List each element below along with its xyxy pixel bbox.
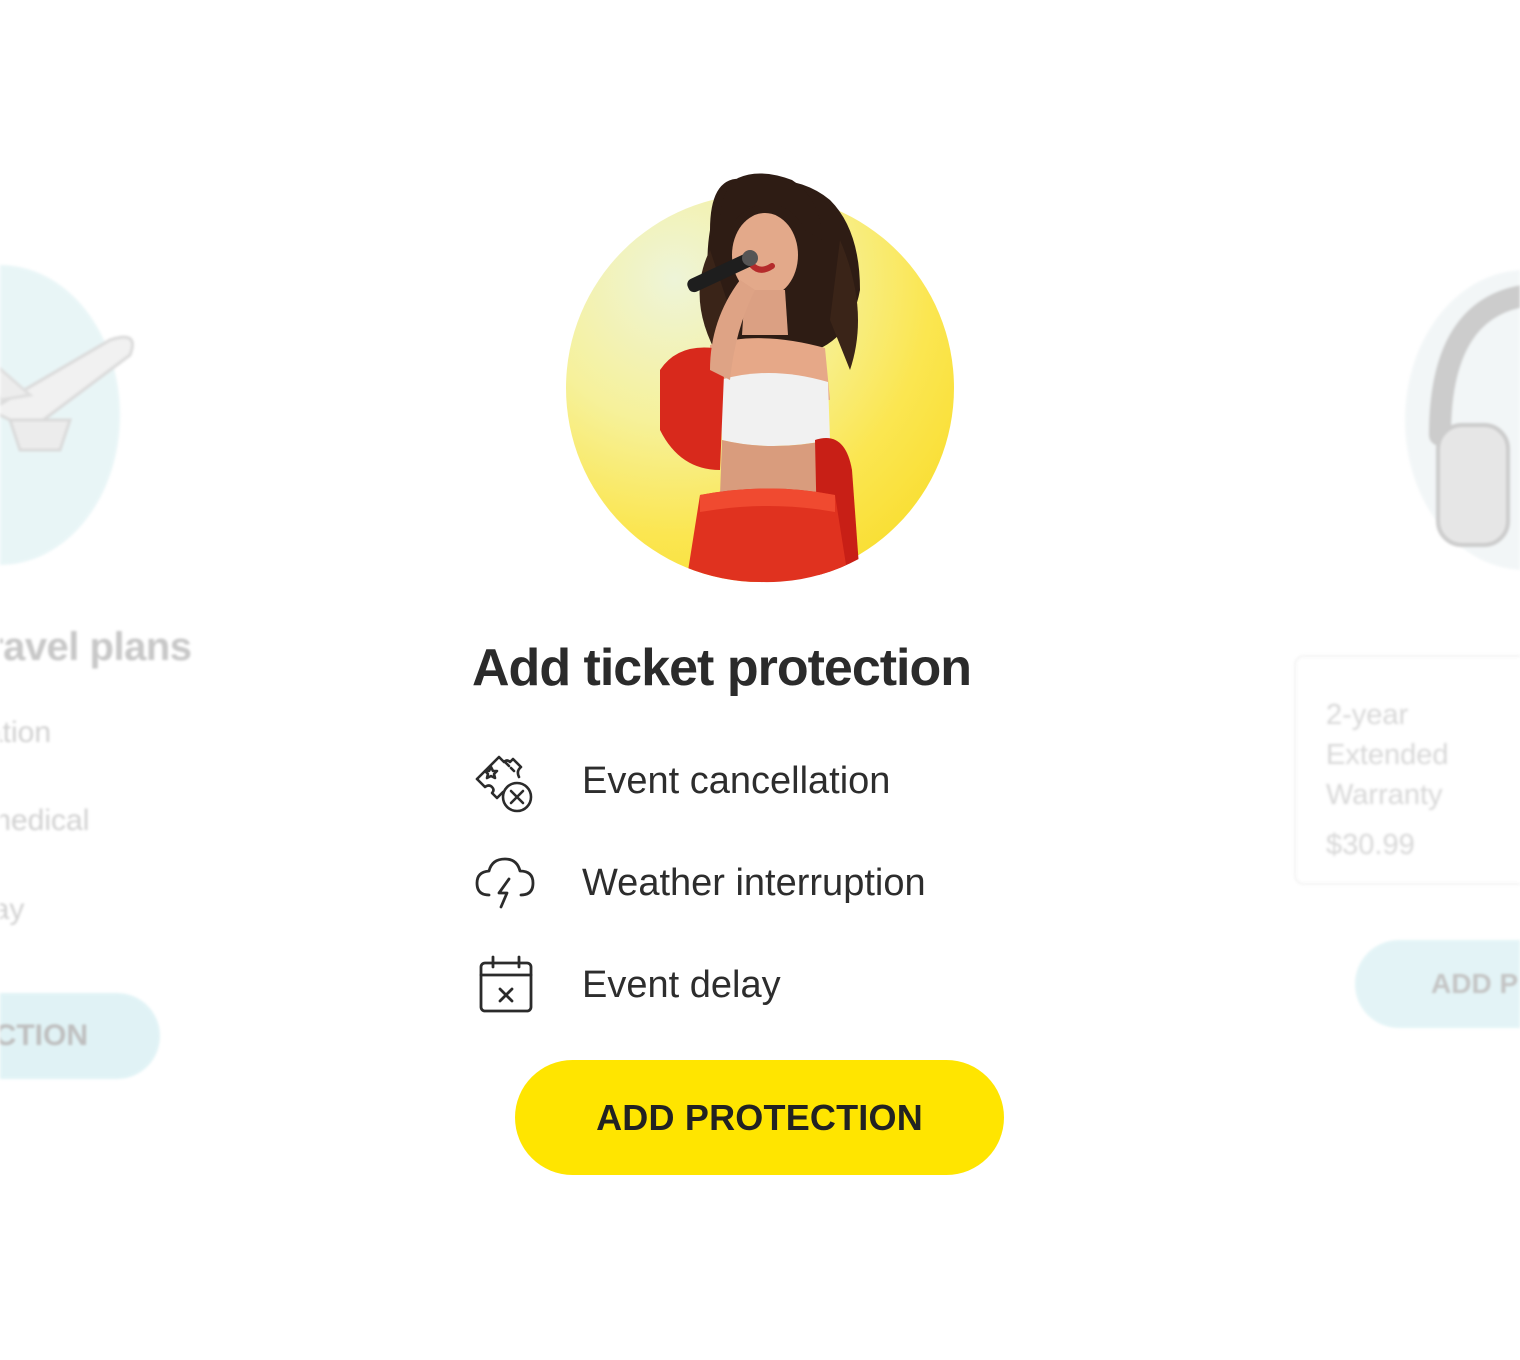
feature-label: Event delay	[582, 963, 781, 1006]
add-protection-button[interactable]: ADD P	[1355, 940, 1520, 1028]
airplane-icon	[0, 335, 134, 452]
plan-name: 2-year Extended Warranty	[1326, 699, 1449, 811]
add-protection-button[interactable]: CTION	[0, 993, 160, 1079]
ticket-cancel-icon	[470, 746, 540, 816]
product-carousel: ravel plans ation medical lay CTION 2-ye…	[0, 0, 1520, 1360]
add-protection-button[interactable]: ADD PROTECTION	[515, 1060, 1004, 1175]
calendar-cancel-icon	[470, 950, 540, 1020]
plan-option[interactable]: 2-year Extended Warranty $30.99	[1294, 655, 1520, 885]
card-feature: ation	[0, 716, 52, 749]
feature-list: Event cancellation Weather interruption	[470, 730, 926, 1036]
storm-cloud-icon	[470, 848, 540, 918]
card-title: Add ticket protection	[472, 639, 972, 697]
feature-item: Event delay	[470, 934, 926, 1036]
hero-image	[560, 170, 960, 590]
headphones-icon	[1429, 285, 1520, 547]
feature-item: Event cancellation	[470, 730, 926, 832]
carousel-card-warranty[interactable]: 2-year Extended Warranty $30.99 ADD P	[1280, 0, 1520, 1360]
feature-label: Event cancellation	[582, 759, 891, 802]
card-feature: medical	[0, 804, 90, 837]
singer-illustration	[660, 173, 860, 583]
feature-item: Weather interruption	[470, 832, 926, 934]
carousel-card-travel[interactable]: ravel plans ation medical lay CTION	[0, 0, 240, 1360]
card-feature: lay	[0, 893, 25, 926]
card-title: ravel plans	[0, 625, 192, 669]
plan-price: $30.99	[1326, 829, 1415, 861]
feature-label: Weather interruption	[582, 861, 926, 904]
